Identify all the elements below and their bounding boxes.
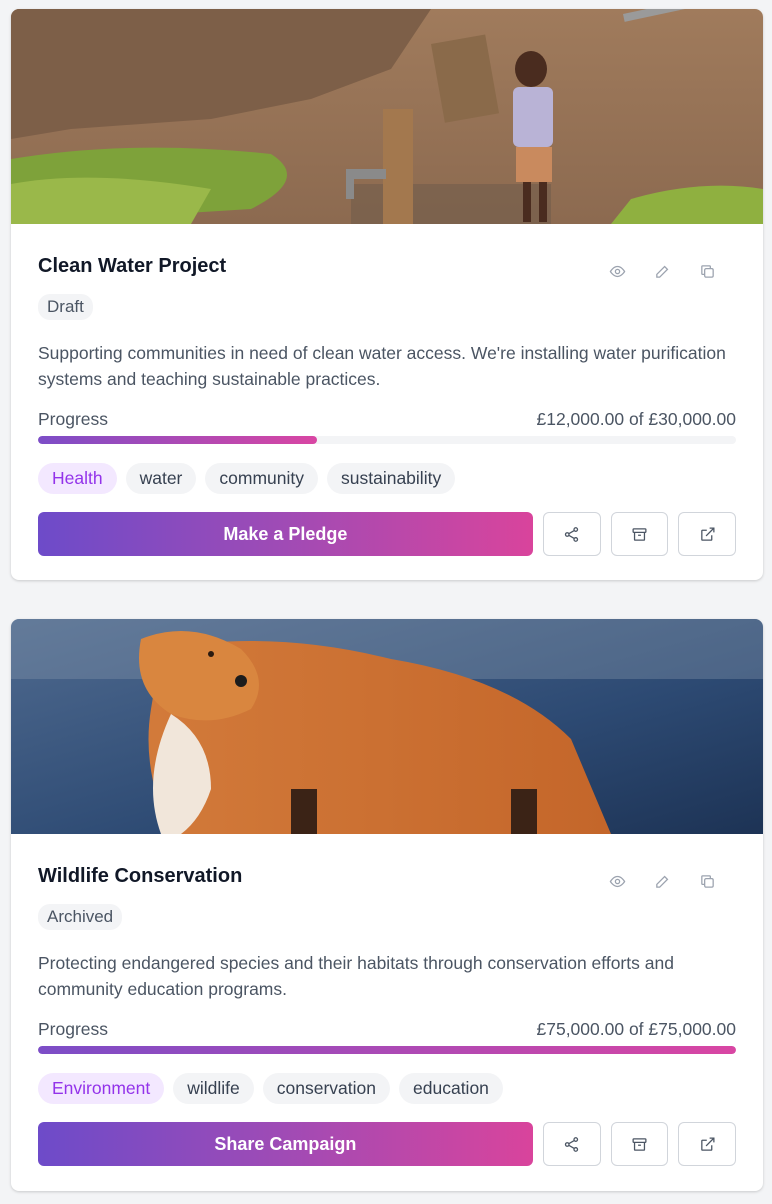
archive-button[interactable] <box>610 1122 669 1166</box>
campaign-title: Wildlife Conservation <box>38 865 243 887</box>
progress-bar <box>38 1046 736 1054</box>
campaign-image <box>11 9 763 224</box>
status-badge: Draft <box>38 294 93 320</box>
progress-label: Progress <box>38 409 109 429</box>
tag[interactable]: wildlife <box>173 1073 254 1104</box>
tag[interactable]: water <box>125 463 197 494</box>
status-badge: Archived <box>38 904 123 930</box>
campaign-title: Clean Water Project <box>38 255 227 277</box>
pencil-icon[interactable] <box>640 870 685 892</box>
archive-button[interactable] <box>610 512 669 556</box>
campaign-image <box>11 619 763 834</box>
external-link-icon <box>700 1136 715 1151</box>
category-tag[interactable]: Environment <box>38 1073 165 1104</box>
progress-amount: £12,000.00 of £30,000.00 <box>536 409 737 429</box>
tag[interactable]: education <box>399 1073 503 1104</box>
share-icon <box>564 526 579 542</box>
campaign-description: Protecting endangered species and their … <box>38 953 674 999</box>
archive-icon <box>632 1137 647 1151</box>
category-tag[interactable]: Health <box>38 463 117 494</box>
progress-fill <box>38 436 318 444</box>
eye-icon[interactable] <box>595 260 640 282</box>
open-external-button[interactable] <box>678 512 737 556</box>
pencil-icon[interactable] <box>640 260 685 282</box>
open-external-button[interactable] <box>678 1122 737 1166</box>
tag[interactable]: community <box>205 463 318 494</box>
share-campaign-button[interactable]: Share Campaign <box>38 1122 533 1166</box>
campaign-card: Clean Water Project Draft Supporting com… <box>11 9 763 580</box>
campaign-card: Wildlife Conservation Archived Protectin… <box>11 619 763 1191</box>
campaign-description: Supporting communities in need of clean … <box>38 343 726 389</box>
make-pledge-button[interactable]: Make a Pledge <box>38 512 533 556</box>
copy-icon[interactable] <box>685 260 730 282</box>
share-icon <box>564 1136 579 1152</box>
progress-amount: £75,000.00 of £75,000.00 <box>536 1019 737 1039</box>
share-button[interactable] <box>542 1122 601 1166</box>
archive-icon <box>632 527 647 541</box>
progress-label: Progress <box>38 1019 109 1039</box>
external-link-icon <box>700 526 715 541</box>
progress-fill <box>38 1046 736 1054</box>
tag[interactable]: conservation <box>262 1073 391 1104</box>
share-button[interactable] <box>542 512 601 556</box>
tag[interactable]: sustainability <box>327 463 456 494</box>
copy-icon[interactable] <box>685 870 730 892</box>
progress-bar <box>38 436 736 444</box>
eye-icon[interactable] <box>595 870 640 892</box>
